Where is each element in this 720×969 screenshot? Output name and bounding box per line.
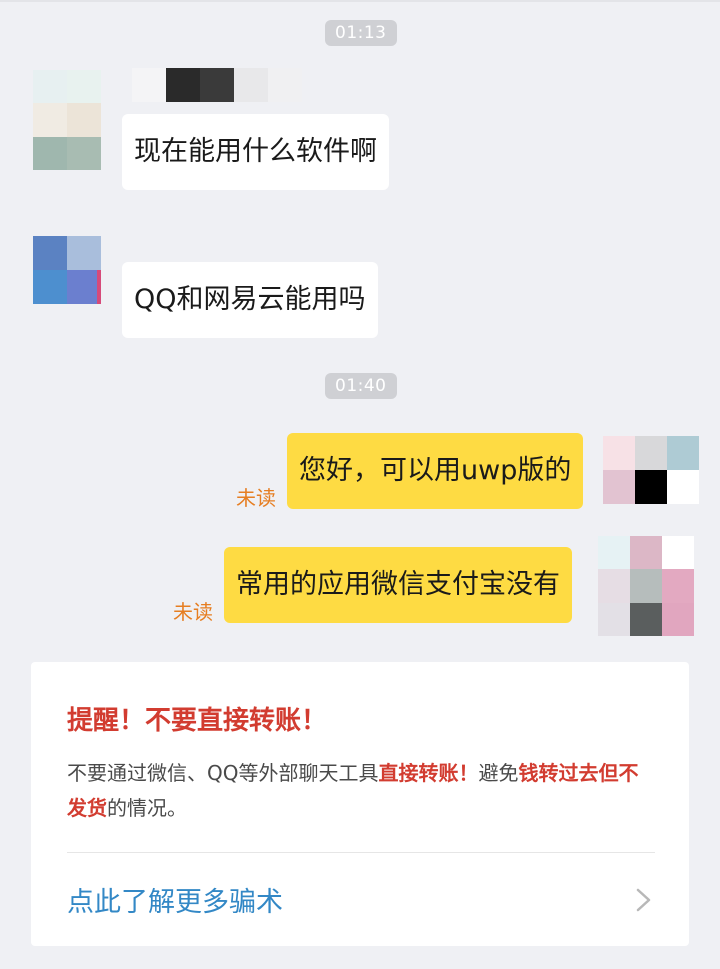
notice-highlight: 直接转账！ <box>378 761 479 785</box>
top-divider <box>0 0 720 2</box>
anti-fraud-notice-card: 提醒！不要直接转账！ 不要通过微信、QQ等外部聊天工具直接转账！避免钱转过去但不… <box>31 662 689 946</box>
notice-body-text: 避免 <box>478 761 519 785</box>
timestamp: 01:40 <box>325 373 397 399</box>
unread-status: 未读 <box>236 486 276 510</box>
notice-body-text: 的情况。 <box>107 796 187 820</box>
notice-body-text: 不要通过微信、QQ等外部聊天工具 <box>67 761 379 785</box>
timestamp: 01:13 <box>325 20 397 46</box>
unread-status: 未读 <box>173 600 213 624</box>
learn-more-scams-link[interactable]: 点此了解更多骗术 <box>67 880 283 919</box>
notice-title: 提醒！不要直接转账！ <box>67 706 328 736</box>
sender-name-redacted <box>132 68 302 102</box>
notice-body: 不要通过微信、QQ等外部聊天工具直接转账！避免钱转过去但不发货的情况。 <box>67 756 657 826</box>
notice-divider <box>67 852 655 853</box>
chevron-right-icon[interactable] <box>634 888 652 912</box>
contact-avatar[interactable] <box>33 70 101 170</box>
contact-avatar[interactable] <box>33 236 101 304</box>
incoming-message[interactable]: 现在能用什么软件啊 <box>122 114 389 190</box>
own-avatar[interactable] <box>598 536 694 636</box>
own-avatar[interactable] <box>603 436 699 504</box>
outgoing-message[interactable]: 您好，可以用uwp版的 <box>287 433 584 509</box>
incoming-message[interactable]: QQ和网易云能用吗 <box>122 262 378 338</box>
outgoing-message[interactable]: 常用的应用微信支付宝没有 <box>224 547 572 623</box>
